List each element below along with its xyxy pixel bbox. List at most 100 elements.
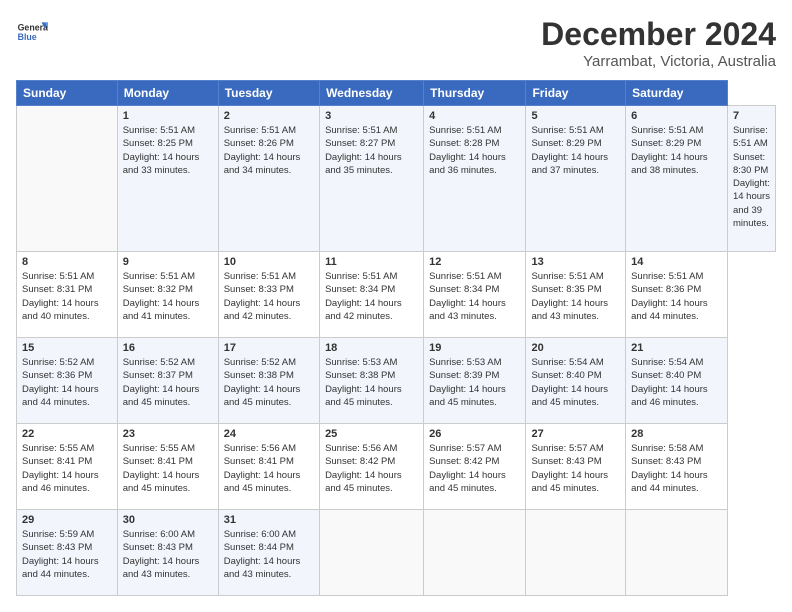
day-info: Sunrise: 5:51 AMSunset: 8:34 PMDaylight:… [325,270,418,323]
day-number: 19 [429,342,520,354]
calendar-cell: 27 Sunrise: 5:57 AMSunset: 8:43 PMDayligh… [526,423,626,509]
calendar-table: SundayMondayTuesdayWednesdayThursdayFrid… [16,80,776,596]
day-number: 3 [325,110,418,122]
calendar-cell: 21 Sunrise: 5:54 AMSunset: 8:40 PMDayligh… [626,338,728,424]
day-info: Sunrise: 5:59 AMSunset: 8:43 PMDaylight:… [22,528,112,581]
calendar-cell: 1Sunrise: 5:51 AMSunset: 8:25 PMDaylight… [117,106,218,252]
calendar-cell: 25 Sunrise: 5:56 AMSunset: 8:42 PMDayligh… [320,423,424,509]
day-info: Sunrise: 5:57 AMSunset: 8:42 PMDaylight:… [429,442,520,495]
day-number: 24 [224,428,314,440]
subtitle: Yarrambat, Victoria, Australia [541,53,776,70]
calendar-cell: 4 Sunrise: 5:51 AMSunset: 8:28 PMDaylight… [424,106,526,252]
day-number: 11 [325,256,418,268]
day-number: 10 [224,256,314,268]
calendar-cell [626,509,728,595]
calendar-cell: 17 Sunrise: 5:52 AMSunset: 8:38 PMDayligh… [218,338,319,424]
day-info: Sunrise: 5:55 AMSunset: 8:41 PMDaylight:… [22,442,112,495]
day-info: Sunrise: 5:56 AMSunset: 8:41 PMDaylight:… [224,442,314,495]
day-info: Sunrise: 5:51 AMSunset: 8:32 PMDaylight:… [123,270,213,323]
col-header-monday: Monday [117,81,218,106]
calendar-cell: 19 Sunrise: 5:53 AMSunset: 8:39 PMDayligh… [424,338,526,424]
day-info: Sunrise: 5:51 AMSunset: 8:29 PMDaylight:… [631,124,722,177]
day-info: Sunrise: 5:51 AMSunset: 8:26 PMDaylight:… [224,124,314,177]
calendar-cell: 13 Sunrise: 5:51 AMSunset: 8:35 PMDayligh… [526,252,626,338]
calendar-cell: 20Sunrise: 5:54 AMSunset: 8:40 PMDayligh… [526,338,626,424]
calendar-cell: 22Sunrise: 5:55 AMSunset: 8:41 PMDayligh… [17,423,118,509]
calendar-cell: 6 Sunrise: 5:51 AMSunset: 8:29 PMDaylight… [626,106,728,252]
day-info: Sunrise: 5:53 AMSunset: 8:39 PMDaylight:… [429,356,520,409]
calendar-cell [526,509,626,595]
day-info: Sunrise: 5:51 AMSunset: 8:33 PMDaylight:… [224,270,314,323]
day-number: 16 [123,342,213,354]
col-header-thursday: Thursday [424,81,526,106]
day-info: Sunrise: 5:51 AMSunset: 8:34 PMDaylight:… [429,270,520,323]
calendar-cell: 14 Sunrise: 5:51 AMSunset: 8:36 PMDayligh… [626,252,728,338]
calendar-cell: 8Sunrise: 5:51 AMSunset: 8:31 PMDaylight… [17,252,118,338]
logo: General Blue [16,16,48,48]
calendar-cell: 16Sunrise: 5:52 AMSunset: 8:37 PMDayligh… [117,338,218,424]
day-number: 9 [123,256,213,268]
day-number: 7 [733,110,770,122]
day-number: 17 [224,342,314,354]
day-info: Sunrise: 5:56 AMSunset: 8:42 PMDaylight:… [325,442,418,495]
calendar-cell: 2 Sunrise: 5:51 AMSunset: 8:26 PMDaylight… [218,106,319,252]
day-info: Sunrise: 5:51 AMSunset: 8:31 PMDaylight:… [22,270,112,323]
calendar-cell: 26 Sunrise: 5:57 AMSunset: 8:42 PMDayligh… [424,423,526,509]
calendar-cell: 7Sunrise: 5:51 AMSunset: 8:30 PMDaylight… [727,106,775,252]
day-number: 4 [429,110,520,122]
main-title: December 2024 [541,16,776,53]
day-number: 18 [325,342,418,354]
logo-icon: General Blue [16,16,48,48]
calendar-cell: 5 Sunrise: 5:51 AMSunset: 8:29 PMDaylight… [526,106,626,252]
col-header-wednesday: Wednesday [320,81,424,106]
day-number: 21 [631,342,722,354]
day-number: 5 [531,110,620,122]
day-number: 31 [224,514,314,526]
day-info: Sunrise: 5:51 AMSunset: 8:25 PMDaylight:… [123,124,213,177]
day-number: 15 [22,342,112,354]
day-info: Sunrise: 5:54 AMSunset: 8:40 PMDaylight:… [531,356,620,409]
calendar-cell: 3 Sunrise: 5:51 AMSunset: 8:27 PMDaylight… [320,106,424,252]
calendar-cell: 11 Sunrise: 5:51 AMSunset: 8:34 PMDayligh… [320,252,424,338]
day-info: Sunrise: 5:52 AMSunset: 8:38 PMDaylight:… [224,356,314,409]
day-info: Sunrise: 5:57 AMSunset: 8:43 PMDaylight:… [531,442,620,495]
day-number: 13 [531,256,620,268]
day-info: Sunrise: 5:58 AMSunset: 8:43 PMDaylight:… [631,442,722,495]
header: General Blue December 2024 Yarrambat, Vi… [16,16,776,70]
day-number: 25 [325,428,418,440]
day-number: 30 [123,514,213,526]
calendar-cell: 10 Sunrise: 5:51 AMSunset: 8:33 PMDayligh… [218,252,319,338]
day-info: Sunrise: 5:51 AMSunset: 8:35 PMDaylight:… [531,270,620,323]
col-header-tuesday: Tuesday [218,81,319,106]
day-info: Sunrise: 5:55 AMSunset: 8:41 PMDaylight:… [123,442,213,495]
day-info: Sunrise: 5:53 AMSunset: 8:38 PMDaylight:… [325,356,418,409]
calendar-cell [17,106,118,252]
day-number: 2 [224,110,314,122]
day-info: Sunrise: 5:54 AMSunset: 8:40 PMDaylight:… [631,356,722,409]
day-info: Sunrise: 5:51 AMSunset: 8:28 PMDaylight:… [429,124,520,177]
col-header-friday: Friday [526,81,626,106]
title-area: December 2024 Yarrambat, Victoria, Austr… [541,16,776,70]
calendar-cell: 15 Sunrise: 5:52 AMSunset: 8:36 PMDayligh… [17,338,118,424]
day-number: 14 [631,256,722,268]
calendar-cell: 23Sunrise: 5:55 AMSunset: 8:41 PMDayligh… [117,423,218,509]
calendar-cell: 28Sunrise: 5:58 AMSunset: 8:43 PMDayligh… [626,423,728,509]
calendar-cell: 24 Sunrise: 5:56 AMSunset: 8:41 PMDayligh… [218,423,319,509]
day-number: 26 [429,428,520,440]
calendar-cell: 31Sunrise: 6:00 AMSunset: 8:44 PMDayligh… [218,509,319,595]
calendar-cell: 9 Sunrise: 5:51 AMSunset: 8:32 PMDaylight… [117,252,218,338]
page: General Blue December 2024 Yarrambat, Vi… [0,0,792,612]
calendar-cell [424,509,526,595]
day-info: Sunrise: 5:52 AMSunset: 8:36 PMDaylight:… [22,356,112,409]
col-header-saturday: Saturday [626,81,728,106]
day-number: 29 [22,514,112,526]
day-number: 27 [531,428,620,440]
calendar-cell: 30 Sunrise: 6:00 AMSunset: 8:43 PMDayligh… [117,509,218,595]
calendar-cell: 18 Sunrise: 5:53 AMSunset: 8:38 PMDayligh… [320,338,424,424]
svg-text:Blue: Blue [18,32,37,42]
day-info: Sunrise: 5:51 AMSunset: 8:27 PMDaylight:… [325,124,418,177]
day-number: 6 [631,110,722,122]
day-info: Sunrise: 5:51 AMSunset: 8:36 PMDaylight:… [631,270,722,323]
day-info: Sunrise: 5:51 AMSunset: 8:29 PMDaylight:… [531,124,620,177]
day-info: Sunrise: 6:00 AMSunset: 8:43 PMDaylight:… [123,528,213,581]
